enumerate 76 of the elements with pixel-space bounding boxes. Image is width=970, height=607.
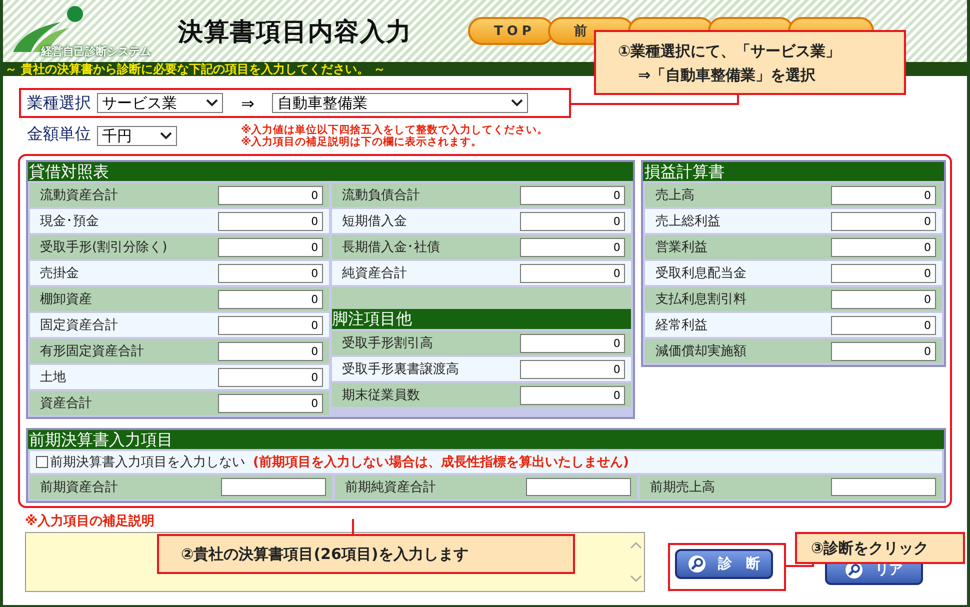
chevron-icon	[206, 99, 218, 107]
diagnose-button[interactable]: 診 断	[675, 549, 773, 579]
arrow-text: ⇒	[241, 94, 254, 112]
amount-field[interactable]: 0	[218, 368, 324, 386]
field-label: 現金･預金	[40, 213, 99, 230]
amount-field[interactable]: 0	[520, 264, 626, 282]
amount-field[interactable]: 0	[831, 186, 936, 204]
amount-field[interactable]: 0	[831, 342, 936, 360]
field-label: 売上総利益	[655, 213, 720, 230]
amount-field[interactable]: 0	[218, 342, 324, 360]
checkbox-label[interactable]: 前期決算書入力項目を入力しない	[50, 453, 245, 471]
field-label: 流動負債合計	[342, 187, 420, 204]
amount-field[interactable]: 0	[831, 238, 936, 256]
amount-field[interactable]: 0	[520, 334, 626, 352]
section-title: 前期決算書入力項目	[28, 430, 944, 449]
field-label: 前期資産合計	[40, 479, 118, 496]
field-label: 短期借入金	[342, 213, 408, 230]
field-label: 受取手形割引高	[342, 335, 434, 352]
field-label: 受取手形(割引分除く)	[40, 239, 168, 256]
field-label: 純資産合計	[342, 265, 408, 282]
supplement-label: ※入力項目の補足説明	[25, 512, 156, 530]
unit-select[interactable]: 千円	[97, 126, 177, 146]
search-icon	[688, 555, 706, 573]
amount-field[interactable]: 0	[831, 316, 936, 334]
amount-field[interactable]: 0	[218, 290, 324, 308]
amount-field[interactable]: 0	[520, 386, 626, 404]
amount-field[interactable]	[526, 478, 631, 496]
checkbox[interactable]	[36, 456, 48, 468]
section-title: 脚注項目他	[332, 309, 632, 329]
industry-select[interactable]: サービス業	[97, 93, 223, 113]
field-label: 受取手形裏書譲渡高	[342, 361, 460, 378]
amount-field[interactable]: 0	[218, 186, 324, 204]
field-label: 前期売上高	[650, 479, 715, 496]
amount-field[interactable]: 0	[520, 212, 626, 230]
field-label: 期末従業員数	[342, 387, 420, 404]
field-label: 有形固定資産合計	[40, 343, 144, 360]
amount-field[interactable]: 0	[218, 238, 324, 256]
page-title: 決算書項目内容入力	[178, 16, 413, 48]
field-label: 経常利益	[655, 317, 708, 334]
field-label: 受取利息配当金	[655, 265, 746, 282]
field-label: 棚卸資産	[40, 291, 92, 308]
field-label: 資産合計	[40, 395, 92, 412]
note-text: ※入力項目の補足説明は下の欄に表示されます。	[241, 136, 484, 148]
field-label: 固定資産合計	[40, 317, 118, 334]
field-label: 前期純資産合計	[345, 479, 436, 496]
amount-field[interactable]: 0	[831, 264, 936, 282]
sub-industry-select[interactable]: 自動車整備業	[272, 93, 528, 113]
warning-text: (前期項目を入力しない場合は、成長性指標を算出いたしません)	[253, 454, 629, 471]
callout-text: ③診断をクリック	[811, 538, 929, 558]
amount-field[interactable]: 0	[218, 316, 324, 334]
amount-field[interactable]: 0	[218, 394, 324, 412]
field-label: 支払利息割引料	[655, 291, 746, 308]
note-text: ※入力値は単位以下四捨五入をして整数で入力してください。	[241, 124, 548, 136]
amount-field[interactable]: 0	[520, 360, 626, 378]
amount-field[interactable]: 0	[520, 238, 626, 256]
amount-field[interactable]	[221, 478, 326, 496]
amount-field[interactable]	[831, 478, 936, 496]
industry-label: 業種選択	[27, 92, 91, 114]
field-label: 減価償却実施額	[655, 343, 746, 360]
unit-label: 金額単位	[27, 124, 91, 145]
field-label: 営業利益	[655, 239, 708, 256]
amount-field[interactable]: 0	[831, 212, 936, 230]
section-title: 貸借対照表	[28, 162, 634, 181]
field-label: 土地	[40, 369, 66, 386]
field-label: 流動資産合計	[40, 187, 118, 204]
field-label: 売上高	[655, 187, 694, 204]
amount-field[interactable]: 0	[218, 264, 324, 282]
callout-text: ②貴社の決算書項目(26項目)を入力します	[181, 544, 468, 564]
amount-field[interactable]: 0	[218, 212, 324, 230]
field-label: 売掛金	[40, 265, 79, 282]
amount-field[interactable]: 0	[831, 290, 936, 308]
amount-field[interactable]: 0	[520, 186, 626, 204]
field-label: 長期借入金･社債	[342, 239, 440, 256]
section-title: 損益計算書	[643, 162, 944, 181]
chevron-icon	[511, 99, 524, 107]
chevron-icon	[160, 132, 172, 140]
